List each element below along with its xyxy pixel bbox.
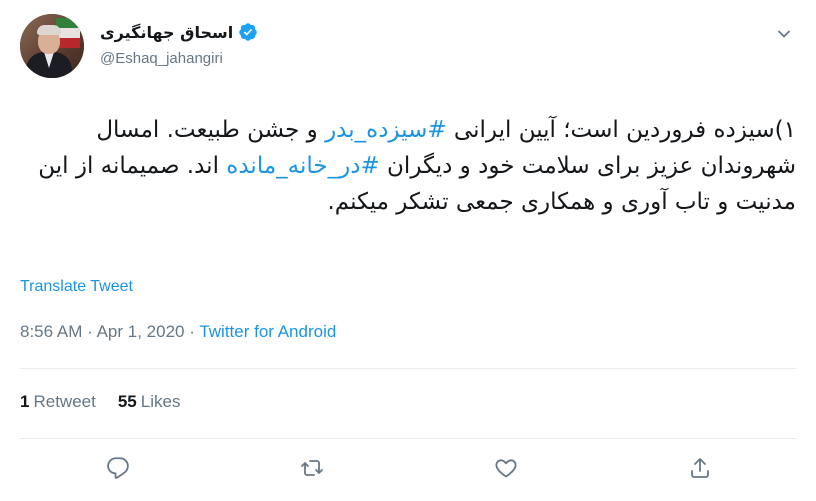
- reply-icon[interactable]: [104, 454, 132, 482]
- share-icon[interactable]: [686, 454, 714, 482]
- divider: [20, 368, 796, 369]
- display-name[interactable]: اسحاق جهانگیری: [100, 23, 233, 42]
- divider: [20, 438, 796, 439]
- hashtag-link[interactable]: #سیزده_بدر: [325, 117, 447, 143]
- retweet-icon[interactable]: [298, 454, 326, 482]
- tweet-actions: [20, 450, 796, 486]
- tweet-text-part: ۱)سیزده فروردین است؛ آیین ایرانی: [446, 117, 796, 143]
- meta-separator: ·: [189, 322, 195, 341]
- heart-icon[interactable]: [492, 454, 520, 482]
- avatar[interactable]: [20, 14, 84, 78]
- author-info[interactable]: اسحاق جهانگیری @Eshaq_jahangiri: [100, 20, 258, 67]
- chevron-down-icon[interactable]: [774, 24, 794, 44]
- likes-label: Likes: [140, 392, 181, 411]
- verified-badge-icon: [238, 22, 258, 42]
- tweet-header: اسحاق جهانگیری @Eshaq_jahangiri: [20, 14, 796, 80]
- retweets-stat[interactable]: 1 Retweet: [20, 392, 96, 412]
- tweet-date[interactable]: Apr 1, 2020: [97, 322, 185, 341]
- retweets-label: Retweet: [33, 392, 96, 411]
- meta-separator: ·: [87, 322, 93, 341]
- tweet-source-link[interactable]: Twitter for Android: [199, 322, 336, 341]
- tweet-text: ۱)سیزده فروردین است؛ آیین ایرانی #سیزده_…: [20, 112, 796, 220]
- user-handle[interactable]: @Eshaq_jahangiri: [100, 50, 258, 67]
- retweets-count: 1: [20, 392, 30, 411]
- likes-stat[interactable]: 55 Likes: [118, 392, 181, 412]
- tweet-meta: 8:56 AM · Apr 1, 2020 · Twitter for Andr…: [20, 322, 336, 342]
- likes-count: 55: [117, 392, 137, 411]
- translate-tweet-link[interactable]: Translate Tweet: [20, 278, 133, 296]
- hashtag-link[interactable]: #در_خانه_مانده: [226, 153, 379, 179]
- tweet-time[interactable]: 8:56 AM: [20, 322, 82, 341]
- tweet-stats: 1 Retweet 55 Likes: [20, 392, 180, 412]
